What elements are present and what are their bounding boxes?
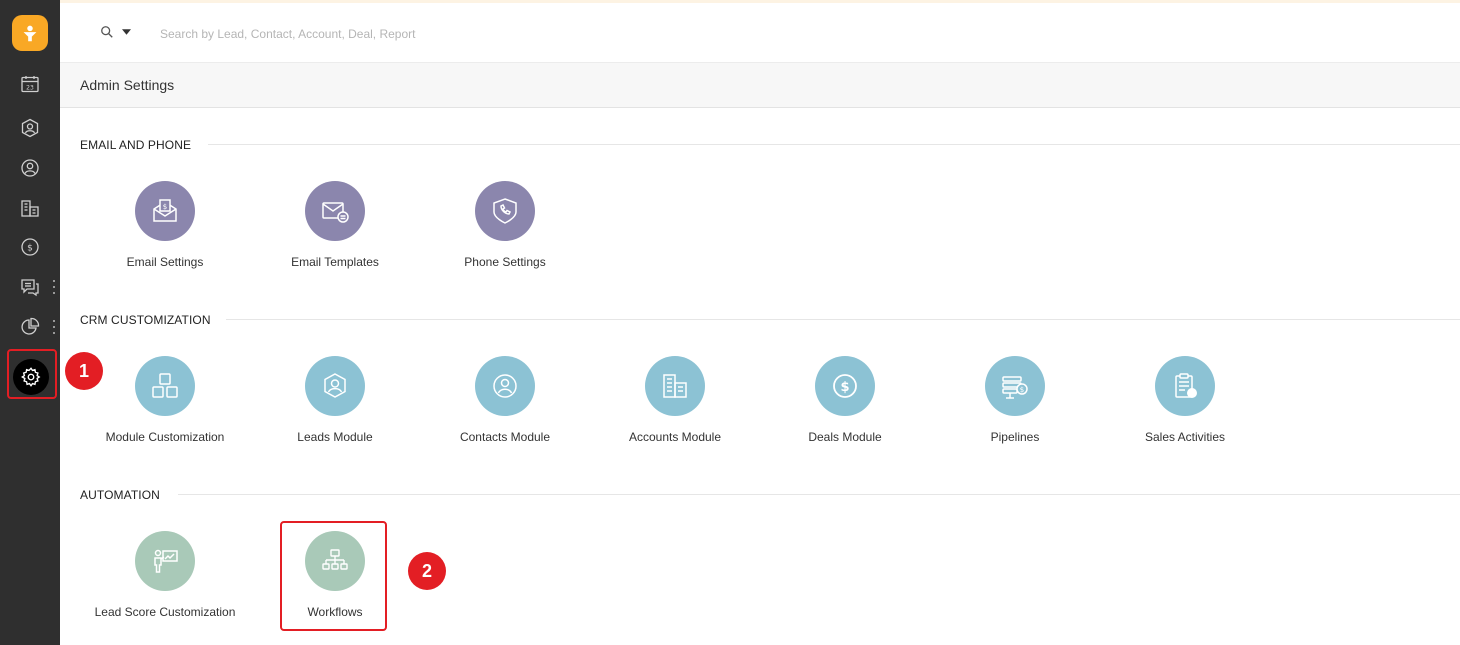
tile-label: Email Settings: [126, 255, 204, 269]
logo-icon: [23, 25, 37, 42]
tile-label: Module Customization: [105, 430, 225, 444]
svg-text:$: $: [163, 203, 167, 211]
tile-label: Accounts Module: [628, 430, 722, 444]
tile-label: Pipelines: [990, 430, 1040, 444]
email-templates-icon: [305, 181, 365, 241]
step-badge-2: 2: [408, 552, 446, 590]
accounts-module-icon: [645, 356, 705, 416]
module-customization-icon: [135, 356, 195, 416]
page-header: Admin Settings: [60, 62, 1460, 108]
lead-icon[interactable]: [18, 116, 42, 140]
tile-email-settings[interactable]: $ Email Settings: [90, 181, 240, 281]
app-logo[interactable]: [12, 15, 48, 51]
search-scope-dropdown[interactable]: [100, 25, 131, 39]
svg-text:23: 23: [26, 85, 34, 92]
tile-sales-activities[interactable]: Sales Activities: [1110, 356, 1260, 456]
search-input[interactable]: [160, 23, 660, 45]
tile-pipelines[interactable]: $ Pipelines: [940, 356, 1090, 456]
tile-contacts-module[interactable]: Contacts Module: [430, 356, 580, 456]
highlight-workflows: [280, 521, 387, 631]
deals-icon[interactable]: $: [18, 235, 42, 259]
leads-module-icon: [305, 356, 365, 416]
tile-phone-settings[interactable]: Phone Settings: [430, 181, 580, 281]
page-title: Admin Settings: [80, 77, 175, 93]
sales-activities-icon: [1155, 356, 1215, 416]
tile-leads-module[interactable]: Leads Module: [260, 356, 410, 456]
tile-label: Phone Settings: [464, 255, 546, 269]
divider: [178, 494, 1460, 495]
tile-lead-score-customization[interactable]: Lead Score Customization: [90, 531, 240, 631]
tile-label: Sales Activities: [1144, 430, 1226, 444]
section-title-automation: AUTOMATION: [80, 488, 160, 502]
accounts-icon[interactable]: [18, 196, 42, 220]
section-title-crm: CRM CUSTOMIZATION: [80, 313, 211, 327]
deals-module-icon: $: [815, 356, 875, 416]
divider: [226, 319, 1460, 320]
reports-icon[interactable]: [18, 315, 42, 339]
calendar-icon[interactable]: 23: [18, 72, 42, 96]
svg-text:$: $: [1020, 386, 1024, 394]
email-settings-icon: $: [135, 181, 195, 241]
tile-email-templates[interactable]: Email Templates: [260, 181, 410, 281]
chevron-down-icon: [122, 29, 131, 35]
tile-module-customization[interactable]: Module Customization: [90, 356, 240, 456]
tile-label: Email Templates: [291, 255, 379, 269]
topbar: [60, 0, 1460, 62]
tile-deals-module[interactable]: $ Deals Module: [770, 356, 920, 456]
section-title-email-phone: EMAIL AND PHONE: [80, 138, 192, 152]
phone-settings-icon: [475, 181, 535, 241]
tile-label: Deals Module: [808, 430, 882, 444]
chat-more-icon[interactable]: [52, 280, 56, 294]
contacts-module-icon: [475, 356, 535, 416]
reports-more-icon[interactable]: [52, 320, 56, 334]
pipelines-icon: $: [985, 356, 1045, 416]
highlight-settings: [7, 349, 57, 399]
app-root: 23 $ 1 Search by Lead, Contact, Account,…: [0, 0, 1460, 645]
chat-icon[interactable]: [18, 275, 42, 299]
sidebar: 23 $: [0, 0, 60, 645]
search-icon: [101, 26, 113, 38]
divider: [208, 144, 1460, 145]
tile-accounts-module[interactable]: Accounts Module: [600, 356, 750, 456]
tile-label: Lead Score Customization: [94, 605, 236, 619]
tile-label: Contacts Module: [459, 430, 551, 444]
tile-label: Leads Module: [297, 430, 373, 444]
contact-icon[interactable]: [18, 156, 42, 180]
svg-text:$: $: [27, 244, 33, 254]
lead-score-icon: [135, 531, 195, 591]
svg-text:$: $: [840, 380, 849, 395]
